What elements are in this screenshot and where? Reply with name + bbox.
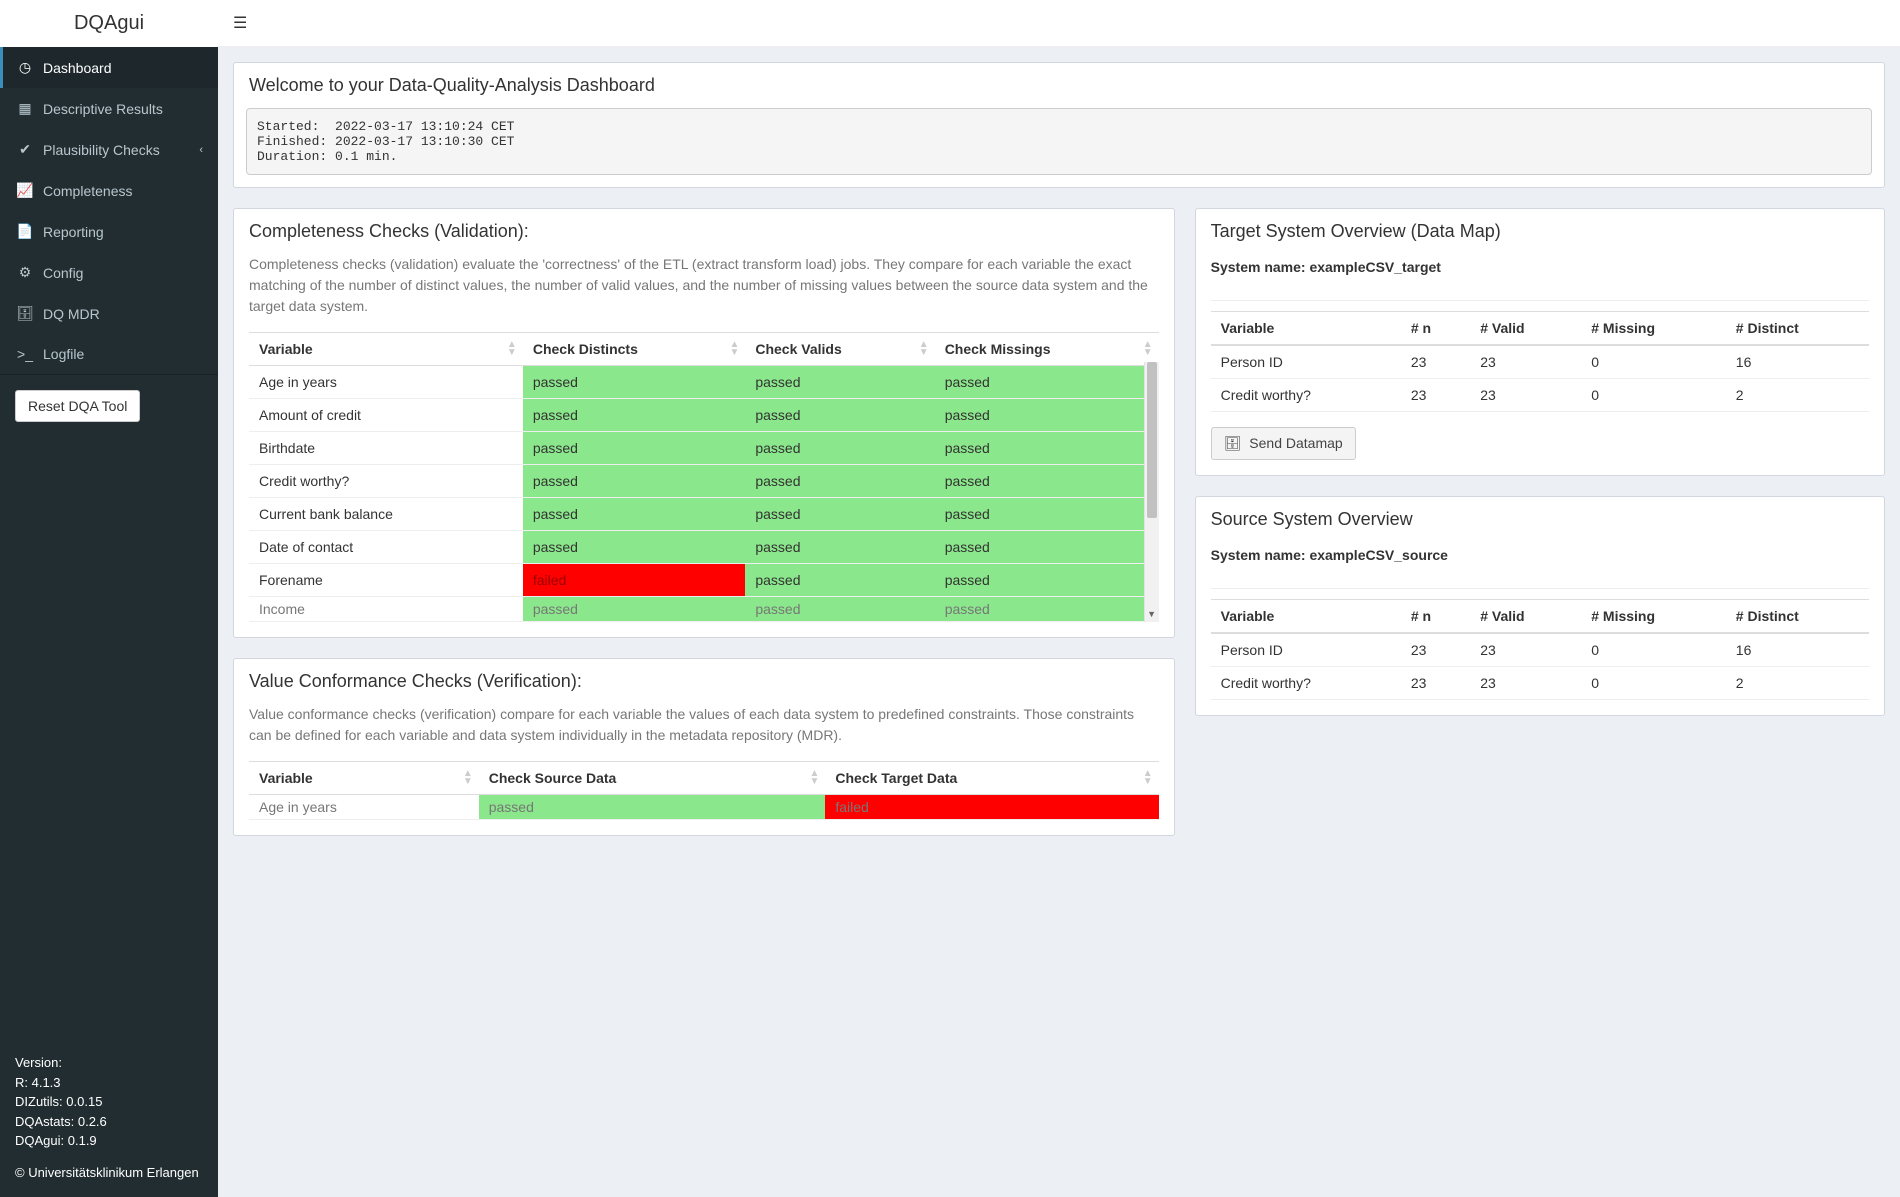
col-variable[interactable]: Variable▲▼ [249,333,523,366]
conformance-table: Variable▲▼ Check Source Data▲▼ Check Tar… [249,761,1159,820]
version-dqagui: DQAgui: 0.1.9 [15,1131,203,1151]
separator [1211,300,1869,301]
terminal-icon: >_ [15,346,35,362]
nav-label: Reporting [43,224,104,240]
reset-dqa-button[interactable]: Reset DQA Tool [15,390,140,422]
col-valid: # Valid [1470,312,1581,346]
nav-completeness[interactable]: 📈 Completeness [0,170,218,211]
version-r: R: 4.1.3 [15,1073,203,1093]
table-row-cut: Age in years passed failed [249,795,1159,820]
nav-label: Plausibility Checks [43,142,160,158]
source-title: Source System Overview [1196,497,1884,542]
col-missing: # Missing [1581,600,1726,634]
target-title: Target System Overview (Data Map) [1196,209,1884,254]
col-source[interactable]: Check Source Data▲▼ [479,762,826,795]
chevron-left-icon: ‹ [199,144,203,156]
col-variable: Variable [1211,600,1401,634]
check-circle-icon: ✔ [15,141,35,158]
completeness-desc: Completeness checks (validation) evaluat… [249,254,1159,317]
table-row: Birthdatepassedpassedpassed [249,432,1159,465]
nav-dq-mdr[interactable]: 🗄 DQ MDR [0,293,218,334]
send-datamap-button[interactable]: 🗄 Send Datamap [1211,427,1356,460]
nav-logfile[interactable]: >_ Logfile [0,334,218,374]
conformance-box: Value Conformance Checks (Verification):… [233,658,1175,836]
col-distinct: # Distinct [1726,600,1869,634]
version-dqastats: DQAstats: 0.2.6 [15,1112,203,1132]
table-row-cut: Income passed passed passed [249,597,1159,622]
table-row: Credit worthy?232302 [1211,667,1869,700]
col-missings[interactable]: Check Missings▲▼ [935,333,1159,366]
col-variable: Variable [1211,312,1401,346]
topbar: ☰ [218,0,1900,47]
chart-line-icon: 📈 [15,182,35,199]
conformance-title: Value Conformance Checks (Verification): [234,659,1174,704]
nav-label: Completeness [43,183,133,199]
table-row: Current bank balancepassedpassedpassed [249,498,1159,531]
nav-label: Dashboard [43,60,112,76]
table-icon: ▦ [15,100,35,117]
server-icon: 🗄 [1224,435,1242,451]
scroll-down-icon[interactable]: ▼ [1145,607,1159,622]
col-missing: # Missing [1581,312,1726,346]
table-row: Credit worthy?232302 [1211,379,1869,412]
table-row: Amount of creditpassedpassedpassed [249,399,1159,432]
target-overview-box: Target System Overview (Data Map) System… [1195,208,1885,476]
source-overview-box: Source System Overview System name: exam… [1195,496,1885,716]
copyright: © Universitätsklinikum Erlangen [15,1163,203,1183]
database-icon: 🗄 [15,305,35,322]
table-row: Forenamefailedpassedpassed [249,564,1159,597]
target-table: Variable # n # Valid # Missing # Distinc… [1211,311,1869,412]
col-valid: # Valid [1470,600,1581,634]
source-table: Variable # n # Valid # Missing # Distinc… [1211,599,1869,700]
dashboard-icon: ◷ [15,59,35,76]
cogs-icon: ⚙ [15,264,35,281]
scrollbar[interactable]: ▲ ▼ [1144,362,1159,622]
nav-menu: ◷ Dashboard ▦ Descriptive Results ✔ Plau… [0,47,218,374]
nav-label: DQ MDR [43,306,100,322]
col-distincts[interactable]: Check Distincts▲▼ [523,333,746,366]
nav-reporting[interactable]: 📄 Reporting [0,211,218,252]
completeness-box: Completeness Checks (Validation): Comple… [233,208,1175,638]
separator [1211,588,1869,589]
source-sysname: System name: exampleCSV_source [1211,542,1869,578]
welcome-title: Welcome to your Data-Quality-Analysis Da… [234,63,1884,108]
version-dizutils: DIZutils: 0.0.15 [15,1092,203,1112]
run-log: Started: 2022-03-17 13:10:24 CET Finishe… [246,108,1872,175]
file-icon: 📄 [15,223,35,240]
target-sysname: System name: exampleCSV_target [1211,254,1869,290]
col-target[interactable]: Check Target Data▲▼ [825,762,1158,795]
nav-label: Config [43,265,83,281]
conformance-desc: Value conformance checks (verification) … [249,704,1159,746]
col-distinct: # Distinct [1726,312,1869,346]
nav-config[interactable]: ⚙ Config [0,252,218,293]
version-label: Version: [15,1053,203,1073]
table-row: Person ID2323016 [1211,345,1869,379]
table-row: Age in yearspassedpassedpassed [249,366,1159,399]
nav-label: Logfile [43,346,84,362]
nav-plausibility-checks[interactable]: ✔ Plausibility Checks ‹ [0,129,218,170]
scroll-thumb[interactable] [1147,362,1157,518]
table-row: Person ID2323016 [1211,633,1869,667]
completeness-table: Variable▲▼ Check Distincts▲▼ Check Valid… [249,332,1159,622]
completeness-title: Completeness Checks (Validation): [234,209,1174,254]
hamburger-icon[interactable]: ☰ [233,13,247,33]
nav-label: Descriptive Results [43,101,163,117]
sidebar-footer: Version: R: 4.1.3 DIZutils: 0.0.15 DQAst… [0,1038,218,1197]
welcome-box: Welcome to your Data-Quality-Analysis Da… [233,62,1885,188]
nav-dashboard[interactable]: ◷ Dashboard [0,47,218,88]
sidebar: DQAgui ◷ Dashboard ▦ Descriptive Results… [0,0,218,1197]
brand-logo: DQAgui [0,0,218,47]
main-content: ☰ Welcome to your Data-Quality-Analysis … [218,0,1900,1197]
col-valids[interactable]: Check Valids▲▼ [745,333,934,366]
table-row: Date of contactpassedpassedpassed [249,531,1159,564]
table-row: Credit worthy?passedpassedpassed [249,465,1159,498]
col-n: # n [1401,600,1470,634]
col-n: # n [1401,312,1470,346]
nav-descriptive-results[interactable]: ▦ Descriptive Results [0,88,218,129]
col-variable[interactable]: Variable▲▼ [249,762,479,795]
